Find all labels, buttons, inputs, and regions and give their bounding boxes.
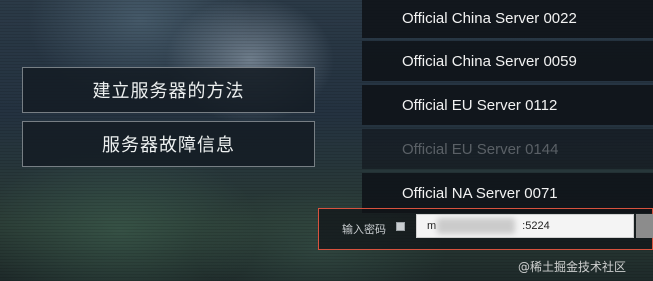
password-value-end: :5224 — [522, 220, 550, 232]
password-input-side-button[interactable] — [636, 214, 653, 238]
server-item-eu-0112[interactable]: Official EU Server 0112 — [362, 85, 653, 125]
watermark: @稀土掘金技术社区 — [518, 260, 627, 274]
server-fault-info-button[interactable]: 服务器故障信息 — [22, 121, 315, 167]
password-checkbox[interactable] — [396, 222, 405, 231]
server-item-china-0059[interactable]: Official China Server 0059 — [362, 41, 653, 81]
server-item-na-0071[interactable]: Official NA Server 0071 — [362, 173, 653, 213]
how-to-build-server-button[interactable]: 建立服务器的方法 — [22, 67, 315, 113]
password-label: 输入密码 — [342, 223, 386, 236]
password-value-start: m — [427, 220, 437, 232]
redaction-blur — [437, 218, 515, 234]
server-item-china-0022[interactable]: Official China Server 0022 — [362, 0, 653, 38]
server-item-eu-0144[interactable]: Official EU Server 0144 — [362, 129, 653, 169]
